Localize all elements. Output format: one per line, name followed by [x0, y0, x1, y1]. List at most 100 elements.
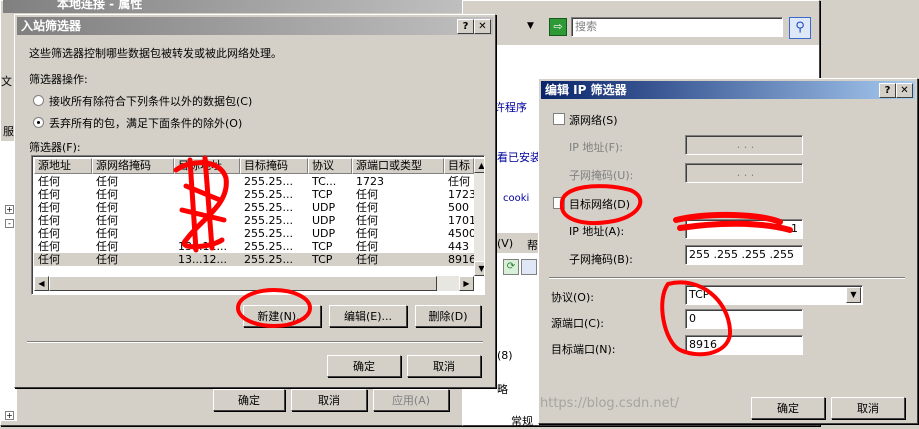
menu-help[interactable]: 帮 — [527, 237, 538, 253]
protocol-select[interactable]: TCP ▼ — [685, 285, 863, 305]
dst-ip-label: IP 地址(A): — [569, 225, 625, 238]
ipfilter-title: 编辑 IP 筛选器 — [545, 83, 627, 97]
scroll-up-button[interactable]: ▲ — [474, 158, 484, 173]
column-header[interactable]: 目标掩码 — [240, 158, 308, 174]
table-cell: 任何 — [38, 175, 60, 188]
table-row[interactable]: 任何 任何 255.25... UDP 任何 500 — [34, 201, 474, 214]
column-header[interactable]: 源网络掩码 — [92, 158, 174, 174]
table-cell: 任何 — [356, 201, 378, 214]
close-button[interactable]: ✕ — [474, 19, 491, 34]
inbound-ok-button[interactable]: 确定 — [327, 355, 401, 377]
ipfilter-cancel-button[interactable]: 取消 — [831, 397, 905, 419]
table-cell: 13...12... — [178, 240, 227, 253]
table-cell: 255.25... — [244, 188, 293, 201]
table-row[interactable]: 任何 任何 13...12... 255.25... TCP 任何 8916 — [34, 253, 476, 266]
go-icon[interactable]: ⇨ — [549, 18, 567, 36]
inbound-title-bar: 入站筛选器 ? ✕ — [17, 17, 493, 35]
scroll-right-button[interactable]: ▶ — [459, 276, 474, 291]
table-cell: 任何 — [38, 188, 60, 201]
src-network-label[interactable]: 源网络(S) — [569, 112, 618, 128]
table-cell: 任何 — [96, 175, 118, 188]
filters-label: 筛选器(F): — [29, 141, 81, 154]
table-cell: 1723 — [356, 175, 384, 188]
search-icon[interactable]: ⚲ — [789, 17, 811, 39]
radio-accept-except[interactable] — [33, 95, 44, 106]
menu-view[interactable]: (V) — [497, 237, 513, 250]
radio-accept-except-label[interactable]: 接收所有除符合下列条件以外的数据包(C) — [49, 93, 252, 109]
table-cell: 255.25... — [244, 214, 293, 227]
scroll-thumb[interactable] — [49, 276, 437, 291]
table-row[interactable]: 任何 任何 255.25... TC... 1723 任何 — [34, 175, 474, 188]
table-row[interactable]: 任何 任何 13...12... 255.25... TCP 任何 443 — [34, 240, 474, 253]
table-cell: 任何 — [96, 201, 118, 214]
radio-drop-except[interactable] — [33, 117, 44, 128]
chevron-down-icon[interactable]: ▼ — [527, 21, 534, 31]
properties-apply-button[interactable]: 应用(A) — [373, 389, 449, 411]
dst-ip-field[interactable]: 1 — [685, 219, 803, 239]
src-network-checkbox[interactable] — [553, 113, 565, 125]
table-cell: 任何 — [96, 214, 118, 227]
column-header[interactable]: 源端口或类型 — [352, 158, 444, 174]
refresh-icon[interactable]: ⟳ — [503, 259, 519, 275]
table-cell: 255.25... — [244, 227, 293, 240]
src-ip-field[interactable]: . . . — [685, 135, 803, 155]
toolbar-icon[interactable] — [521, 259, 537, 275]
vertical-scrollbar[interactable] — [474, 158, 484, 276]
table-cell: 255.25... — [244, 253, 293, 266]
table-cell: 255.25... — [244, 201, 293, 214]
tree-expand-icon[interactable]: - — [5, 219, 14, 228]
tree-expand-icon[interactable]: + — [5, 411, 14, 420]
tree-expand-icon[interactable]: + — [5, 205, 14, 214]
dst-network-checkbox[interactable] — [553, 197, 565, 209]
inbound-cancel-button[interactable]: 取消 — [407, 355, 481, 377]
delete-filter-button[interactable]: 删除(D) — [415, 305, 481, 327]
table-cell: 13...12... — [178, 253, 227, 266]
new-filter-button[interactable]: 新建(N)... — [243, 305, 321, 327]
help-button[interactable]: ? — [879, 83, 896, 98]
help-button[interactable]: ? — [457, 19, 474, 34]
table-cell: TC... — [312, 175, 337, 188]
text-policy: 略 — [497, 383, 508, 396]
ipfilter-ok-button[interactable]: 确定 — [751, 397, 825, 419]
dst-port-field[interactable]: 8916 — [685, 335, 803, 355]
table-cell: 任何 — [96, 240, 118, 253]
text-normal: 常规 — [511, 415, 533, 428]
table-cell: 任何 — [38, 240, 60, 253]
table-row[interactable]: 任何 任何 255.25... TCP 任何 1723 — [34, 188, 476, 201]
service-tab[interactable]: 服 — [3, 123, 14, 139]
dst-network-label[interactable]: 目标网络(D) — [569, 196, 630, 212]
table-cell: 任何 — [356, 214, 378, 227]
menu-file[interactable]: 文 — [1, 73, 12, 89]
background-title: 本地连接 - 属性 — [57, 0, 143, 11]
dst-mask-field[interactable]: 255 .255 .255 .255 — [685, 245, 803, 265]
table-row[interactable]: 任何 任何 255.25... UDP 任何 1701 — [34, 214, 476, 227]
column-header[interactable]: 目标 — [444, 158, 474, 174]
src-mask-label: 子网掩码(U): — [569, 169, 634, 182]
column-header[interactable]: 协议 — [308, 158, 352, 174]
column-header[interactable]: 目标地址 — [174, 158, 240, 174]
table-row[interactable]: 任何 任何 255.25... UDP 任何 4500 — [34, 227, 476, 240]
protocol-label: 协议(O): — [551, 291, 594, 304]
column-header[interactable]: 源地址 — [34, 158, 92, 174]
table-cell: 任何 — [356, 227, 378, 240]
search-input[interactable]: 搜索 — [571, 17, 783, 37]
table-cell: UDP — [312, 227, 336, 240]
table-cell: 任何 — [356, 240, 378, 253]
scroll-down-button[interactable]: ▼ — [474, 261, 484, 276]
table-cell: 任何 — [38, 214, 60, 227]
properties-cancel-button[interactable]: 取消 — [291, 389, 367, 411]
src-mask-field[interactable]: . . . — [685, 163, 803, 183]
src-port-field[interactable]: 0 — [685, 309, 803, 329]
link-installed[interactable]: 看已安装 — [497, 149, 541, 165]
scroll-left-button[interactable]: ◀ — [34, 276, 49, 291]
edit-filter-button[interactable]: 编辑(E)... — [329, 305, 407, 327]
filter-action-label: 筛选器操作: — [29, 73, 88, 86]
properties-ok-button[interactable]: 确定 — [213, 389, 285, 411]
table-cell: 任何 — [38, 227, 60, 240]
cookie-text: cooki — [503, 193, 530, 204]
radio-drop-except-label[interactable]: 丢弃所有的包，满足下面条件的除外(O) — [49, 115, 242, 131]
chevron-down-icon[interactable]: ▼ — [846, 287, 861, 303]
filter-list[interactable]: 源地址 源网络掩码 目标地址 目标掩码 协议 源端口或类型 目标 任何 任何 255… — [31, 155, 485, 295]
close-button[interactable]: ✕ — [896, 83, 913, 98]
separator — [27, 341, 483, 343]
